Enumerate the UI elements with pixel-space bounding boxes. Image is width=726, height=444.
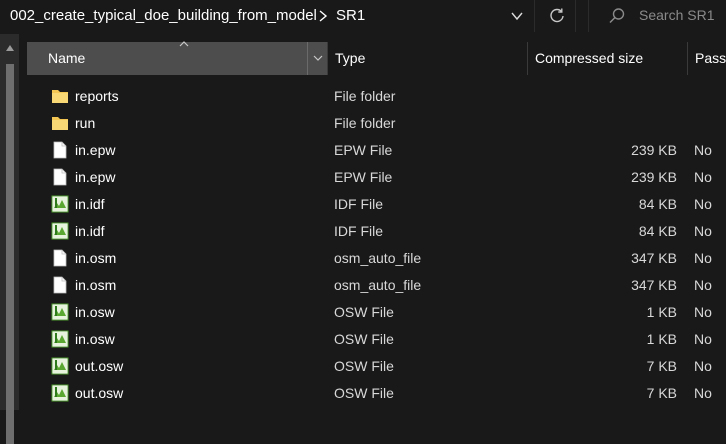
folder-icon (51, 87, 69, 105)
file-compressed-size: 1 KB (646, 331, 677, 347)
osw-file-icon (51, 357, 69, 375)
navigation-scrollbar[interactable] (0, 34, 19, 444)
file-password: No (694, 331, 712, 347)
file-type: OSW File (334, 331, 394, 347)
file-row[interactable]: reports File folder (27, 83, 726, 110)
column-header: Name Type Compressed size Passw (27, 41, 726, 75)
file-row[interactable]: in.epw EPW File 239 KB No (27, 164, 726, 191)
scrollbar-thumb[interactable] (6, 64, 14, 444)
file-row[interactable]: in.osm osm_auto_file 347 KB No (27, 272, 726, 299)
chevron-right-icon[interactable] (316, 8, 330, 24)
file-type: OSW File (334, 304, 394, 320)
column-filter-button[interactable] (307, 42, 328, 75)
file-password: No (694, 304, 712, 320)
search-placeholder: Search SR1 (639, 7, 715, 23)
file-name: run (75, 115, 96, 131)
blank-file-icon (51, 249, 69, 267)
column-label-type: Type (335, 50, 366, 66)
refresh-button[interactable] (537, 0, 576, 32)
idf-file-icon (51, 195, 69, 213)
column-label-compressed-size: Compressed size (535, 50, 644, 66)
file-type: File folder (334, 115, 396, 131)
column-label-name: Name (48, 50, 86, 66)
file-compressed-size: 239 KB (631, 142, 677, 158)
file-name: in.idf (75, 196, 105, 212)
search-input[interactable]: Search SR1 (588, 0, 726, 32)
breadcrumb-subfolder[interactable]: SR1 (336, 7, 365, 24)
chevron-down-icon[interactable] (510, 9, 524, 23)
column-header-type[interactable]: Type (327, 42, 528, 75)
file-password: No (694, 358, 712, 374)
file-type: osm_auto_file (334, 250, 422, 266)
file-name: out.osw (75, 385, 124, 401)
file-compressed-size: 84 KB (638, 196, 677, 212)
file-name: in.idf (75, 223, 105, 239)
file-type: File folder (334, 88, 396, 104)
file-type: EPW File (334, 142, 393, 158)
file-password: No (694, 169, 712, 185)
file-compressed-size: 1 KB (646, 304, 677, 320)
osw-file-icon (51, 330, 69, 348)
file-type: OSW File (334, 385, 394, 401)
file-row[interactable]: out.osw OSW File 7 KB No (27, 380, 726, 407)
file-row[interactable]: out.osw OSW File 7 KB No (27, 353, 726, 380)
column-header-password[interactable]: Passw (687, 42, 726, 75)
address-bar[interactable]: 002_create_typical_doe_building_from_mod… (0, 0, 535, 32)
file-type: IDF File (334, 196, 383, 212)
blank-file-icon (51, 141, 69, 159)
osw-file-icon (51, 384, 69, 402)
blank-file-icon (51, 276, 69, 294)
file-row[interactable]: run File folder (27, 110, 726, 137)
file-name: in.osw (75, 331, 115, 347)
file-name: reports (75, 88, 119, 104)
file-row[interactable]: in.idf IDF File 84 KB No (27, 218, 726, 245)
refresh-icon (550, 8, 564, 23)
scroll-up-arrow-icon[interactable] (5, 44, 15, 52)
file-compressed-size: 7 KB (646, 385, 677, 401)
file-name: in.osm (75, 277, 117, 293)
column-header-name[interactable]: Name (27, 41, 328, 75)
file-type: IDF File (334, 223, 383, 239)
file-compressed-size: 347 KB (631, 277, 677, 293)
file-row[interactable]: in.osw OSW File 1 KB No (27, 299, 726, 326)
column-header-compressed-size[interactable]: Compressed size (527, 42, 688, 75)
file-compressed-size: 239 KB (631, 169, 677, 185)
column-label-password: Passw (695, 50, 726, 66)
osw-file-icon (51, 303, 69, 321)
file-type: osm_auto_file (334, 277, 422, 293)
file-compressed-size: 84 KB (638, 223, 677, 239)
file-name: in.osw (75, 304, 115, 320)
file-name: in.epw (75, 142, 116, 158)
file-compressed-size: 7 KB (646, 358, 677, 374)
blank-file-icon (51, 168, 69, 186)
address-toolbar: 002_create_typical_doe_building_from_mod… (0, 0, 726, 34)
search-icon (609, 8, 625, 24)
file-row[interactable]: in.osm osm_auto_file 347 KB No (27, 245, 726, 272)
breadcrumb-folder[interactable]: 002_create_typical_doe_building_from_mod… (10, 7, 317, 24)
file-row[interactable]: in.osw OSW File 1 KB No (27, 326, 726, 353)
file-type: OSW File (334, 358, 394, 374)
folder-icon (51, 114, 69, 132)
chevron-down-icon (313, 55, 323, 61)
file-password: No (694, 385, 712, 401)
file-password: No (694, 196, 712, 212)
file-type: EPW File (334, 169, 393, 185)
file-row[interactable]: in.idf IDF File 84 KB No (27, 191, 726, 218)
file-name: in.osm (75, 250, 117, 266)
sort-ascending-icon (179, 41, 189, 47)
file-row[interactable]: in.epw EPW File 239 KB No (27, 137, 726, 164)
file-password: No (694, 250, 712, 266)
file-password: No (694, 277, 712, 293)
file-password: No (694, 142, 712, 158)
file-password: No (694, 223, 712, 239)
file-compressed-size: 347 KB (631, 250, 677, 266)
file-name: in.epw (75, 169, 116, 185)
file-name: out.osw (75, 358, 124, 374)
idf-file-icon (51, 222, 69, 240)
